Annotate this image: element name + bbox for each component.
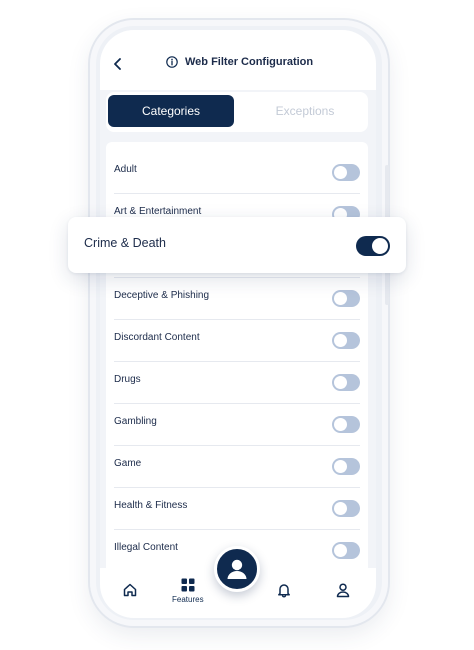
tab-categories[interactable]: Categories xyxy=(108,95,234,127)
bell-icon xyxy=(278,584,290,598)
home-icon xyxy=(123,583,137,597)
tab-bar: Categories Exceptions xyxy=(106,92,368,132)
toggle-game[interactable] xyxy=(332,458,360,475)
category-label: Crime & Death xyxy=(84,236,166,250)
category-label: Gambling xyxy=(114,416,157,427)
category-row-crime-death: Crime & Death xyxy=(68,217,406,273)
toggle-drugs[interactable] xyxy=(332,374,360,391)
category-list: Adult Art & Entertainment Deceptive & Ph… xyxy=(106,142,368,602)
nav-notifications[interactable] xyxy=(276,582,292,598)
category-label: Health & Fitness xyxy=(114,500,188,511)
toggle-health-fitness[interactable] xyxy=(332,500,360,517)
toggle-gambling[interactable] xyxy=(332,416,360,433)
toggle-knob xyxy=(334,502,347,515)
toggle-knob xyxy=(334,292,347,305)
phone-screen: Web Filter Configuration Categories Exce… xyxy=(100,30,376,618)
toggle-deceptive-phishing[interactable] xyxy=(332,290,360,307)
toggle-knob xyxy=(372,238,388,254)
chevron-left-icon xyxy=(114,58,121,70)
category-row-adult: Adult xyxy=(114,152,360,194)
toggle-knob xyxy=(334,334,347,347)
category-label: Game xyxy=(114,458,142,469)
header-title-group: Web Filter Configuration xyxy=(166,54,313,70)
category-label: Drugs xyxy=(114,374,141,385)
avatar-button[interactable] xyxy=(214,546,260,592)
nav-features[interactable]: Features xyxy=(172,578,204,604)
category-label: Adult xyxy=(114,164,137,175)
category-label: Discordant Content xyxy=(114,332,200,343)
category-label: Deceptive & Phishing xyxy=(114,290,210,301)
category-row-game: Game xyxy=(114,446,360,488)
toggle-discordant-content[interactable] xyxy=(332,332,360,349)
info-icon[interactable] xyxy=(166,56,178,68)
category-row-gambling: Gambling xyxy=(114,404,360,446)
category-row-deceptive-phishing: Deceptive & Phishing xyxy=(114,278,360,320)
back-button[interactable] xyxy=(108,54,128,74)
category-label: Illegal Content xyxy=(114,542,178,553)
app-header: Web Filter Configuration xyxy=(100,30,376,90)
category-row-drugs: Drugs xyxy=(114,362,360,404)
toggle-illegal-content[interactable] xyxy=(332,542,360,559)
grid-icon xyxy=(181,578,195,592)
toggle-knob xyxy=(334,376,347,389)
user-icon xyxy=(336,583,350,598)
toggle-adult[interactable] xyxy=(332,164,360,181)
nav-home[interactable] xyxy=(122,582,138,598)
toggle-knob xyxy=(334,544,347,557)
nav-features-label: Features xyxy=(172,595,204,604)
toggle-knob xyxy=(334,418,347,431)
toggle-knob xyxy=(334,460,347,473)
toggle-knob xyxy=(334,166,347,179)
page-title: Web Filter Configuration xyxy=(185,56,314,68)
toggle-crime-death[interactable] xyxy=(356,236,390,256)
category-label: Art & Entertainment xyxy=(114,206,202,217)
tab-exceptions[interactable]: Exceptions xyxy=(242,95,368,127)
nav-profile[interactable] xyxy=(335,582,351,598)
category-row-health-fitness: Health & Fitness xyxy=(114,488,360,530)
category-row-discordant-content: Discordant Content xyxy=(114,320,360,362)
avatar-icon xyxy=(227,559,247,579)
